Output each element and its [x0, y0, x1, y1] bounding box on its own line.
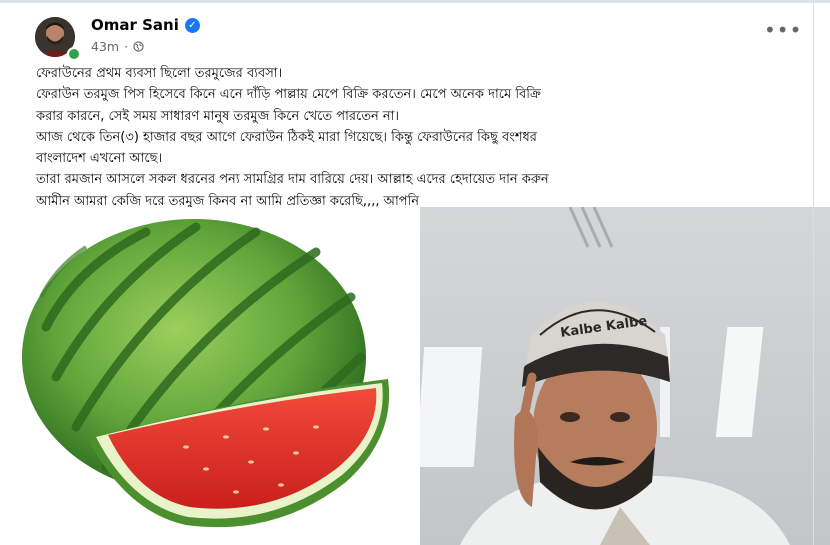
- watermelon-illustration: [22, 219, 390, 528]
- post-header: Omar Sani ✓ 43m · •••: [16, 3, 830, 63]
- post-text-line: করার কারনে, সেই সময় সাধারণ মানুষ তরমুজ …: [36, 108, 400, 124]
- person-selfie-image[interactable]: Kalbe Kalbe: [420, 207, 830, 545]
- post-right-border: [813, 3, 814, 545]
- author-row: Omar Sani ✓: [91, 16, 200, 34]
- post-text-line: ফেরাউনের প্রথম ব্যবসা ছিলো তরমুজের ব্যবস…: [36, 66, 283, 81]
- post-images: Kalbe Kalbe: [16, 207, 830, 545]
- post-text: ফেরাউনের প্রথম ব্যবসা ছিলো তরমুজের ব্যবস…: [36, 63, 816, 212]
- post-text-line: তারা রমজান আসলে সকল ধরনের পন্য সামগ্রির …: [36, 172, 549, 188]
- post-text-line: আজ থেকে তিন(৩) হাজার বছর আগে ফেরাউন ঠিকই…: [36, 129, 537, 145]
- post-time[interactable]: 43m: [91, 39, 119, 54]
- facebook-post: Omar Sani ✓ 43m · ••• ফেরাউনের প্রথম ব্য…: [16, 3, 830, 545]
- globe-icon: [133, 41, 144, 52]
- online-status-dot: [67, 47, 81, 61]
- post-text-line: বাংলাদেশ এখনো আছে।: [36, 151, 163, 167]
- watermelon-image[interactable]: [16, 207, 418, 545]
- selfie-photo: Kalbe Kalbe: [420, 207, 830, 545]
- more-options-icon[interactable]: •••: [764, 20, 802, 40]
- post-meta: 43m ·: [91, 39, 144, 54]
- author-name[interactable]: Omar Sani: [91, 16, 179, 34]
- verified-badge-icon: ✓: [184, 17, 200, 33]
- post-text-line: ফেরাউন তরমুজ পিস হিসেবে কিনে এনে দাঁড়ি …: [36, 87, 541, 103]
- meta-separator: ·: [124, 39, 129, 54]
